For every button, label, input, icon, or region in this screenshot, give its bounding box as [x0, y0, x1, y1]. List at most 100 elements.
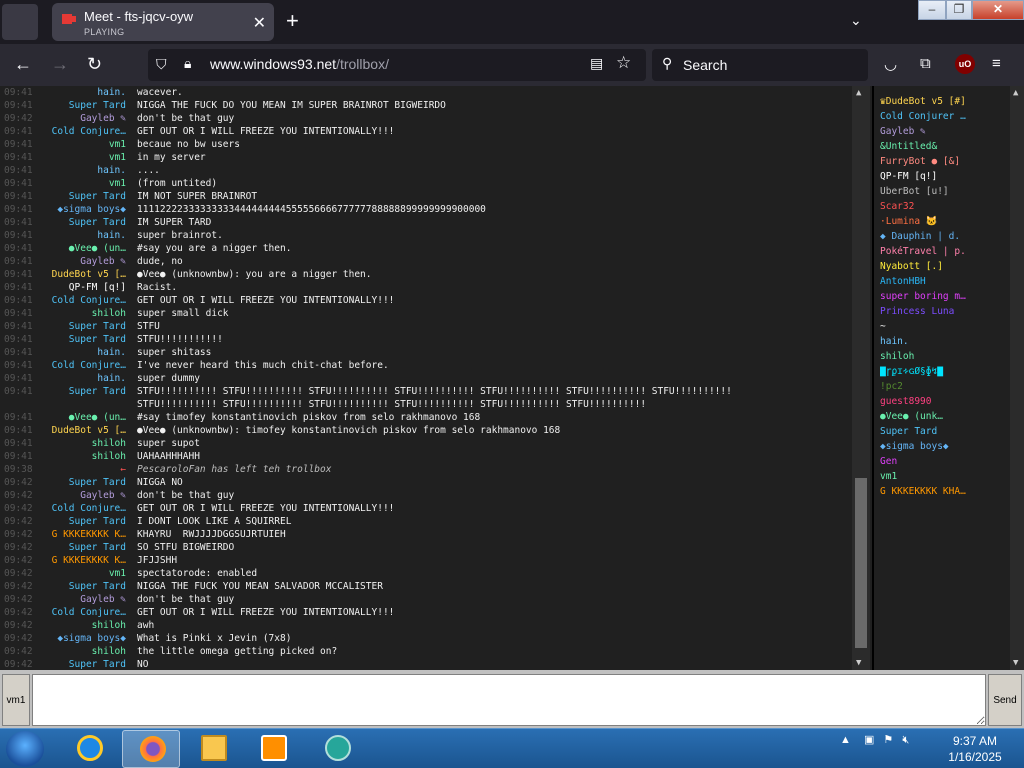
message-nick[interactable]: G KKKEKKKK K… [36, 554, 126, 567]
user-list-item[interactable]: Nyabott [.] [880, 259, 1006, 274]
scroll-up-icon[interactable]: ▲ [1013, 88, 1018, 98]
list-all-tabs-icon[interactable]: ⌄ [850, 12, 862, 29]
user-list-item[interactable]: Super Tard [880, 424, 1006, 439]
users-scrollbar[interactable]: ▲ ▼ [1010, 86, 1024, 670]
user-list-item[interactable]: Gayleb ✎ [880, 124, 1006, 139]
message-nick[interactable]: ●Vee● (un… [36, 242, 126, 255]
chat-scrollbar[interactable]: ▲ ▼ [852, 86, 870, 670]
message-nick[interactable]: ◆sigma boys◆ [36, 632, 126, 645]
minimize-button[interactable]: – [918, 0, 946, 20]
user-list-item[interactable]: ◆ Dauphin | d. [880, 229, 1006, 244]
message-nick[interactable]: vm1 [36, 567, 126, 580]
user-list-item[interactable]: vm1 [880, 469, 1006, 484]
message-nick[interactable]: Super Tard [36, 541, 126, 554]
message-nick[interactable]: Super Tard [36, 320, 126, 333]
message-nick[interactable]: shiloh [36, 619, 126, 632]
maximize-button[interactable]: ❐ [946, 0, 972, 20]
message-nick[interactable]: ●Vee● (un… [36, 411, 126, 424]
pocket-icon[interactable]: ◡ [884, 55, 897, 73]
message-nick[interactable]: Gayleb ✎ [36, 593, 126, 606]
message-nick[interactable]: Super Tard [36, 580, 126, 593]
user-list-item[interactable]: super boring m… [880, 289, 1006, 304]
user-list-item[interactable]: ·Lumina 🐱 [880, 214, 1006, 229]
browser-tab[interactable]: Meet - fts-jqcv-oyw PLAYING ✕ [52, 3, 274, 41]
send-button[interactable]: Send [988, 674, 1022, 726]
message-nick[interactable]: Super Tard [36, 515, 126, 528]
message-nick[interactable]: QP-FM [q!] [36, 281, 126, 294]
network-icon[interactable]: ▣ [864, 734, 874, 746]
url-bar[interactable]: ⛉ 🔒︎ www.windows93.net/trollbox/ ▤ ☆ [148, 49, 646, 81]
user-list-item[interactable]: &Untitled& [880, 139, 1006, 154]
message-nick[interactable]: hain. [36, 164, 126, 177]
message-nick[interactable]: G KKKEKKKK K… [36, 528, 126, 541]
message-nick[interactable]: shiloh [36, 450, 126, 463]
message-nick[interactable]: Super Tard [36, 190, 126, 203]
user-list-item[interactable]: !pc2 [880, 379, 1006, 394]
user-list-item[interactable]: AntonHBH [880, 274, 1006, 289]
message-nick[interactable]: DudeBot v5 [… [36, 268, 126, 281]
user-list-item[interactable]: G KKKEKKKK KHA… [880, 484, 1006, 499]
user-list-item[interactable]: Scar32 [880, 199, 1006, 214]
user-list-item[interactable]: FurryBot ● [&] [880, 154, 1006, 169]
clock[interactable]: 9:37 AM 1/16/2025 [940, 733, 1010, 765]
message-nick[interactable]: Super Tard [36, 476, 126, 489]
lock-icon[interactable]: 🔒︎ [184, 55, 191, 72]
message-nick[interactable]: Cold Conjure… [36, 125, 126, 138]
message-nick[interactable]: Cold Conjure… [36, 294, 126, 307]
message-nick[interactable]: ◆sigma boys◆ [36, 203, 126, 216]
message-nick[interactable]: vm1 [36, 177, 126, 190]
user-list-item[interactable]: QP-FM [q!] [880, 169, 1006, 184]
start-button[interactable] [6, 731, 44, 767]
search-bar[interactable]: ⚲ Search [652, 49, 868, 81]
message-nick[interactable]: Gayleb ✎ [36, 489, 126, 502]
reader-view-icon[interactable]: ▤ [590, 55, 603, 72]
user-list-item[interactable]: ▇ɼϼɪ∻ɢØ§ɸ↯▇ [880, 364, 1006, 379]
back-icon[interactable]: ← [14, 54, 32, 74]
message-nick[interactable]: DudeBot v5 [… [36, 424, 126, 437]
message-nick[interactable]: Super Tard [36, 658, 126, 670]
message-nick[interactable]: hain. [36, 346, 126, 359]
message-nick[interactable]: Cold Conjure… [36, 606, 126, 619]
menu-icon[interactable]: ≡ [992, 55, 1001, 72]
scroll-down-icon[interactable]: ▼ [1013, 658, 1018, 668]
message-nick[interactable]: vm1 [36, 151, 126, 164]
user-list-item[interactable]: ◆sigma boys◆ [880, 439, 1006, 454]
tab-close-icon[interactable]: ✕ [253, 13, 266, 33]
message-nick[interactable]: Super Tard [36, 216, 126, 229]
message-nick[interactable]: ← [36, 463, 126, 476]
tracking-protection-icon[interactable]: ⛉ [156, 56, 167, 73]
message-nick[interactable]: hain. [36, 86, 126, 99]
message-nick[interactable]: Gayleb ✎ [36, 112, 126, 125]
user-list-item[interactable]: guest8990 [880, 394, 1006, 409]
nickname-button[interactable]: vm1 [2, 674, 30, 726]
user-list-item[interactable]: UberBot [u!] [880, 184, 1006, 199]
message-nick[interactable]: vm1 [36, 138, 126, 151]
firefox-view-button[interactable] [2, 4, 38, 40]
message-nick[interactable]: Super Tard [36, 385, 126, 398]
message-nick[interactable]: Cold Conjure… [36, 359, 126, 372]
message-nick[interactable]: shiloh [36, 307, 126, 320]
new-tab-icon[interactable]: + [286, 10, 299, 32]
message-nick[interactable]: Gayleb ✎ [36, 255, 126, 268]
extensions-icon[interactable]: ⧉ [920, 55, 931, 72]
message-nick[interactable]: shiloh [36, 645, 126, 658]
volume-muted-icon[interactable]: 🔇︎ [902, 734, 909, 746]
message-nick[interactable]: Cold Conjure… [36, 502, 126, 515]
message-nick[interactable]: hain. [36, 229, 126, 242]
message-nick[interactable]: Super Tard [36, 99, 126, 112]
internet-explorer-taskbar-icon[interactable] [60, 730, 118, 768]
tray-expand-icon[interactable]: ▲ [840, 734, 851, 746]
close-window-button[interactable]: ✕ [972, 0, 1024, 20]
url-text[interactable]: www.windows93.net/trollbox/ [210, 56, 389, 72]
message-input[interactable] [32, 674, 986, 726]
message-nick[interactable]: hain. [36, 372, 126, 385]
user-list-item[interactable]: shiloh [880, 349, 1006, 364]
user-list-item[interactable]: ●Vee● (unk… [880, 409, 1006, 424]
message-nick[interactable]: shiloh [36, 437, 126, 450]
action-center-flag-icon[interactable]: ⚑ [883, 734, 893, 746]
scrollbar-thumb[interactable] [855, 478, 867, 648]
user-list-item[interactable]: Gen [880, 454, 1006, 469]
user-list-item[interactable]: PokéTravel | p. [880, 244, 1006, 259]
message-nick[interactable]: Super Tard [36, 333, 126, 346]
scroll-up-icon[interactable]: ▲ [856, 88, 861, 98]
